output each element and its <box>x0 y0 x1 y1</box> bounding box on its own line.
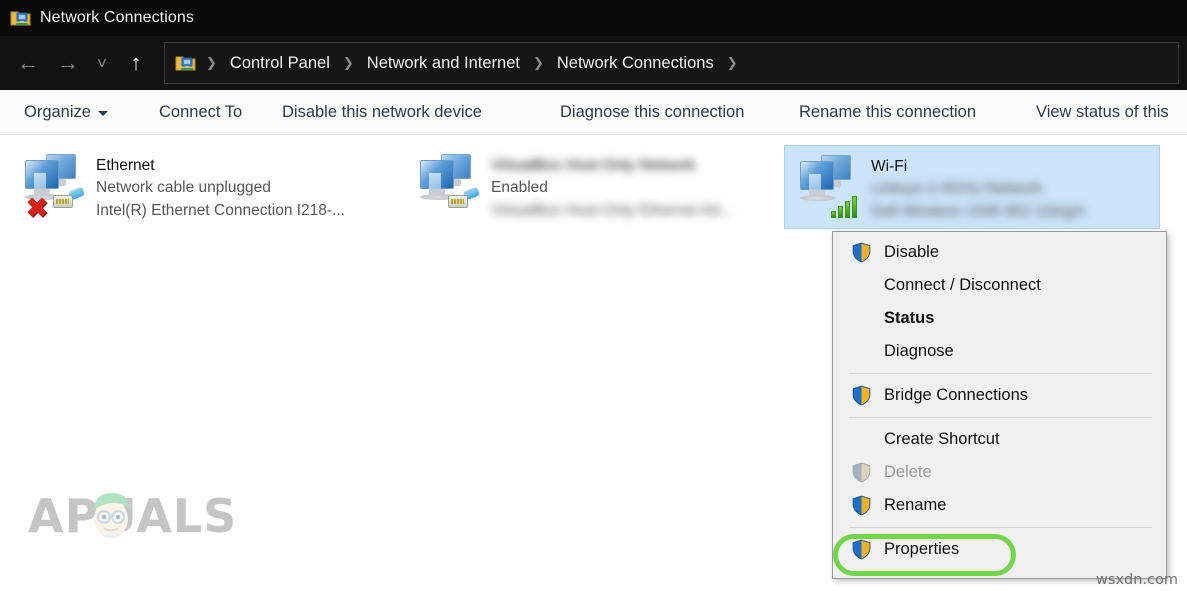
menu-item-label: Connect / Disconnect <box>884 276 1041 294</box>
connection-adapter: Dell Wireless 1506 802.11b/g/n <box>871 202 1086 220</box>
menu-item-label: Bridge Connections <box>884 386 1029 404</box>
window-titlebar: Network Connections <box>0 0 1187 36</box>
arrow-right-icon[interactable]: → <box>48 43 88 83</box>
menu-item-connect-disconnect[interactable]: Connect / Disconnect <box>833 269 1166 302</box>
chevron-down-icon[interactable]: ˅ <box>88 43 116 83</box>
menu-item-rename[interactable]: Rename <box>833 489 1166 522</box>
menu-icon-placeholder <box>851 341 872 362</box>
network-adapter-icon <box>415 151 483 221</box>
menu-item-properties[interactable]: Properties <box>833 533 1166 566</box>
menu-item-disable[interactable]: Disable <box>833 236 1166 269</box>
menu-item-label: Disable <box>884 243 940 261</box>
connection-name: VirtualBox Host-Only Network <box>491 157 696 174</box>
wsxdn-watermark: wsxdn.com <box>1096 572 1178 588</box>
appuals-mascot-icon <box>80 483 142 550</box>
appuals-watermark: APUALS <box>28 489 237 543</box>
wifi-signal-bars-icon <box>831 192 861 218</box>
menu-separator <box>849 417 1152 418</box>
toolbar-diagnose-button[interactable]: Diagnose this connection <box>560 103 744 122</box>
menu-item-label: Rename <box>884 496 947 514</box>
menu-item-bridge-connections[interactable]: Bridge Connections <box>833 379 1166 412</box>
uac-shield-icon <box>851 539 872 560</box>
menu-icon-placeholder <box>851 308 872 329</box>
caret-down-icon <box>97 111 108 116</box>
breadcrumb-item-network-connections[interactable]: Network Connections <box>551 52 720 75</box>
connection-tile-wifi[interactable]: Wi-Fi Linksys-2.4GHz-Network Dell Wirele… <box>784 145 1160 229</box>
connection-status: Network cable unplugged <box>96 179 271 197</box>
toolbar-rename-button[interactable]: Rename this connection <box>799 103 976 122</box>
toolbar-item-label: Diagnose this connection <box>560 102 745 121</box>
context-menu: Disable Connect / Disconnect Status Diag… <box>832 231 1167 579</box>
toolbar-item-label: Organize <box>24 102 91 121</box>
menu-item-create-shortcut[interactable]: Create Shortcut <box>833 423 1166 456</box>
connection-adapter: VirtualBox Host-Only Ethernet Ad... <box>491 201 733 219</box>
breadcrumb-item-network-and-internet[interactable]: Network and Internet <box>361 52 526 75</box>
connection-name: Ethernet <box>96 157 155 174</box>
menu-item-label: Create Shortcut <box>884 430 1000 448</box>
connection-name: Wi-Fi <box>871 158 908 175</box>
network-connections-icon <box>10 8 32 28</box>
menu-icon-placeholder <box>851 275 872 296</box>
connection-status: Linksys-2.4GHz-Network <box>871 180 1043 198</box>
network-adapter-icon <box>795 152 863 222</box>
connection-tile-ethernet[interactable]: ✖ Ethernet Network cable unplugged Intel… <box>10 145 400 229</box>
menu-item-label: Diagnose <box>884 342 954 360</box>
breadcrumb-separator-icon: ❯ <box>726 55 738 70</box>
menu-item-delete: Delete <box>833 456 1166 489</box>
menu-item-label: Status <box>884 309 935 327</box>
breadcrumb-separator-icon: ❯ <box>532 55 544 70</box>
uac-shield-icon <box>851 462 872 483</box>
window-title: Network Connections <box>40 9 194 26</box>
toolbar-item-label: Rename this connection <box>799 102 977 121</box>
address-bar: ← → ˅ ↑ ❯ Control Panel ❯ Network and In… <box>0 36 1187 90</box>
toolbar-item-label: Connect To <box>159 102 243 121</box>
breadcrumb-separator-icon: ❯ <box>342 55 354 70</box>
command-toolbar: Organize Connect To Disable this network… <box>0 90 1187 135</box>
connection-status: Enabled <box>491 179 548 197</box>
arrow-up-icon[interactable]: ↑ <box>116 43 156 83</box>
menu-separator <box>849 373 1152 374</box>
menu-icon-placeholder <box>851 429 872 450</box>
toolbar-organize-button[interactable]: Organize <box>24 103 108 122</box>
connection-adapter: Intel(R) Ethernet Connection I218-... <box>96 201 345 219</box>
error-x-icon: ✖ <box>25 193 49 223</box>
control-panel-network-icon <box>175 53 197 73</box>
menu-item-status[interactable]: Status <box>833 302 1166 335</box>
uac-shield-icon <box>851 385 872 406</box>
breadcrumb-separator-icon: ❯ <box>206 55 217 70</box>
toolbar-disable-device-button[interactable]: Disable this network device <box>282 103 482 122</box>
toolbar-item-label: View status of this <box>1036 102 1169 121</box>
arrow-left-icon[interactable]: ← <box>8 43 48 83</box>
breadcrumb[interactable]: ❯ Control Panel ❯ Network and Internet ❯… <box>164 42 1179 84</box>
rj45-cable-icon <box>53 186 86 211</box>
toolbar-connect-to-button[interactable]: Connect To <box>159 103 242 122</box>
breadcrumb-item-control-panel[interactable]: Control Panel <box>224 52 336 75</box>
menu-separator <box>849 527 1152 528</box>
menu-item-label: Delete <box>884 463 932 481</box>
menu-item-diagnose[interactable]: Diagnose <box>833 335 1166 368</box>
uac-shield-icon <box>851 495 872 516</box>
toolbar-view-status-button[interactable]: View status of this <box>1036 103 1169 122</box>
uac-shield-icon <box>851 242 872 263</box>
network-adapter-icon: ✖ <box>20 151 88 223</box>
toolbar-item-label: Disable this network device <box>282 102 482 121</box>
connection-tile-virtualbox-host-only[interactable]: VirtualBox Host-Only Network Enabled Vir… <box>405 145 780 229</box>
menu-item-label: Properties <box>884 540 960 558</box>
rj45-cable-icon <box>448 186 481 211</box>
